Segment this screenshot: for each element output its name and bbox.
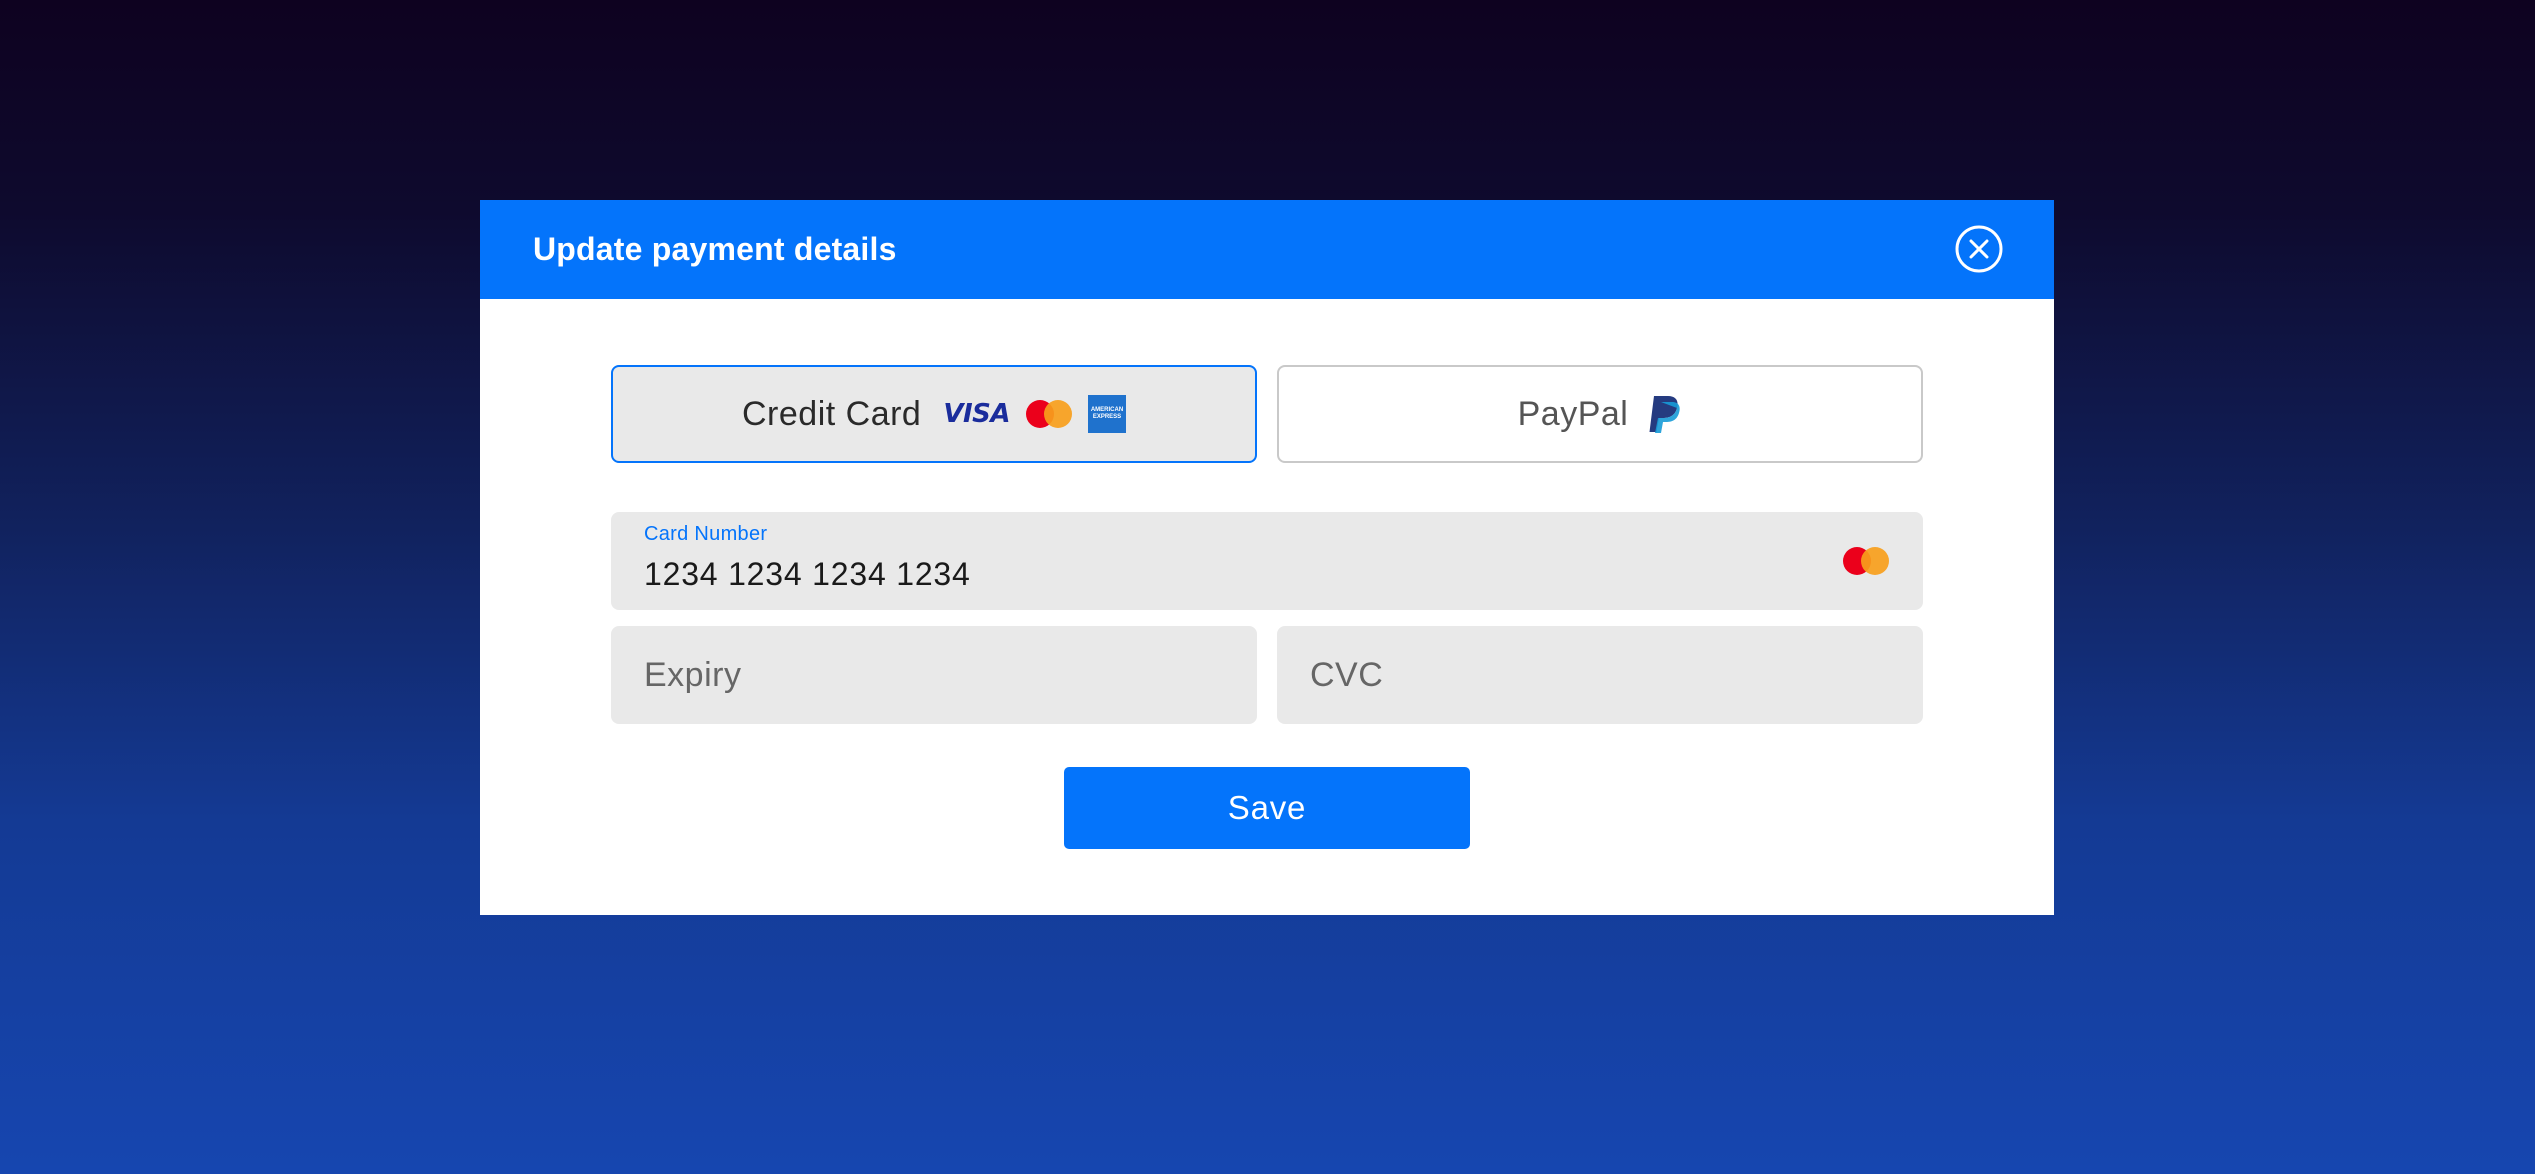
expiry-placeholder: Expiry xyxy=(644,656,742,694)
tab-paypal-label: PayPal xyxy=(1517,394,1629,433)
modal-header: Update payment details xyxy=(480,200,2054,299)
mastercard-icon xyxy=(1843,547,1889,575)
payment-method-tabs: Credit Card VISA AMERICAN EXPRESS PayPal xyxy=(611,365,1923,463)
visa-icon: VISA xyxy=(943,399,1010,429)
paypal-icon xyxy=(1648,394,1682,434)
payment-modal: Update payment details Credit Card VISA … xyxy=(480,200,2054,915)
amex-icon: AMERICAN EXPRESS xyxy=(1088,395,1126,433)
cvc-placeholder: CVC xyxy=(1310,656,1384,694)
close-circle-icon xyxy=(1955,225,2003,273)
modal-title: Update payment details xyxy=(533,231,897,267)
tab-credit-card[interactable]: Credit Card VISA AMERICAN EXPRESS xyxy=(611,365,1257,463)
save-button[interactable]: Save xyxy=(1064,767,1470,849)
tab-credit-card-label: Credit Card xyxy=(742,394,922,433)
cvc-field[interactable]: CVC xyxy=(1277,626,1923,724)
mastercard-icon xyxy=(1026,400,1072,428)
tab-paypal[interactable]: PayPal xyxy=(1277,365,1923,463)
close-button[interactable] xyxy=(1954,224,2004,274)
card-number-label: Card Number xyxy=(644,523,768,545)
card-number-field[interactable]: Card Number 1234 1234 1234 1234 xyxy=(611,512,1923,610)
card-brand-icons: VISA AMERICAN EXPRESS xyxy=(943,395,1126,433)
card-number-input[interactable]: 1234 1234 1234 1234 xyxy=(644,556,971,593)
expiry-field[interactable]: Expiry xyxy=(611,626,1257,724)
